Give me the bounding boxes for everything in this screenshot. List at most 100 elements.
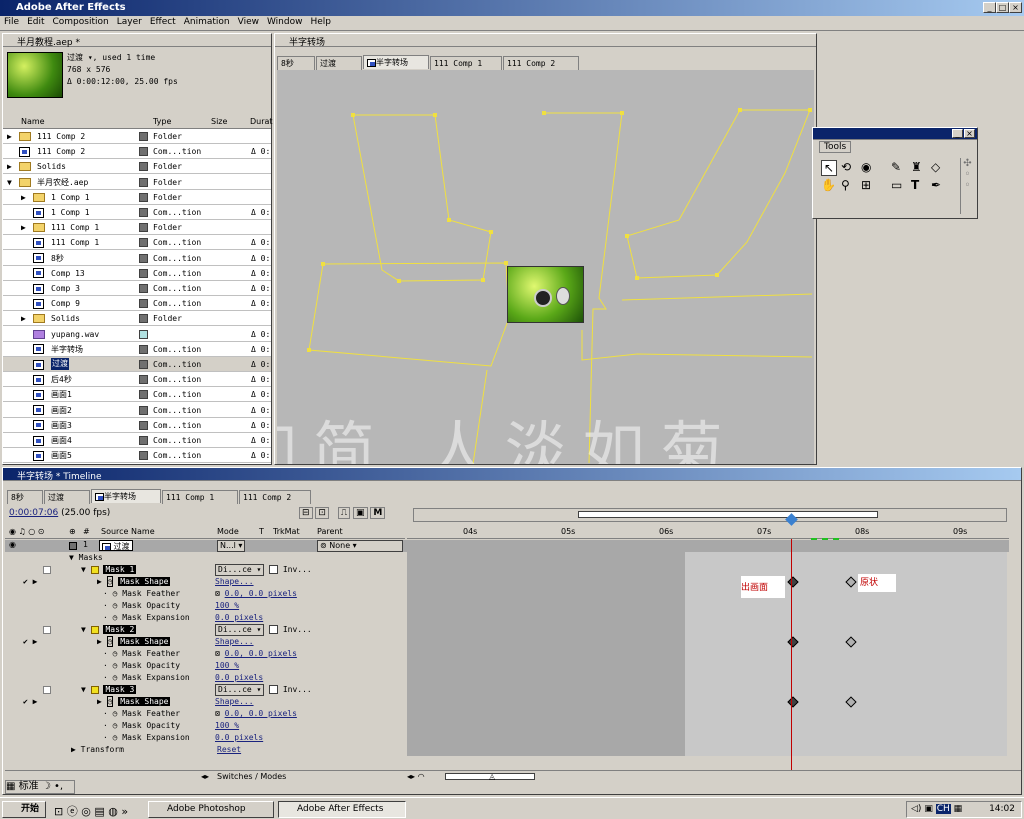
mask-mode-select[interactable]: Di...ce ▾ xyxy=(215,684,265,696)
mask-lock-box[interactable] xyxy=(43,686,51,694)
mask-3-path[interactable] xyxy=(626,109,811,279)
mask-expansion-row[interactable]: · ◷ Mask Expansion 0.0 pixels xyxy=(5,672,1009,684)
project-item[interactable]: Comp 13 Com...tion Δ 0: xyxy=(3,266,271,281)
axis-mode-icons[interactable]: ✣ ◦ ◦ xyxy=(960,158,974,214)
brush-tool-icon[interactable]: ✎ xyxy=(891,160,901,174)
project-item[interactable]: ▶ Solids Folder xyxy=(3,159,271,175)
mask-opacity-value[interactable]: 100 % xyxy=(215,720,239,732)
mask-shape-value[interactable]: Shape... xyxy=(215,696,254,708)
taskbar-photoshop[interactable]: Adobe Photoshop xyxy=(148,801,274,818)
comp-flowchart-icon[interactable]: ⊟ xyxy=(299,507,313,519)
project-item[interactable]: Comp 3 Com...tion Δ 0: xyxy=(3,281,271,296)
masks-group[interactable]: ▼ Masks xyxy=(5,552,1009,564)
project-item[interactable]: Comp 9 Com...tion Δ 0: xyxy=(3,296,271,312)
label-color[interactable] xyxy=(139,329,148,339)
stopwatch-icon[interactable]: ◷ xyxy=(106,636,114,647)
rectangle-mask-icon[interactable]: ▭ xyxy=(891,178,902,192)
tab-2[interactable]: 半字转场 xyxy=(91,489,161,503)
zoom-out-icon[interactable]: ◂▸ ◠ xyxy=(407,771,425,782)
layer-mode-select[interactable]: N...l ▾ xyxy=(217,540,246,552)
label-color[interactable] xyxy=(139,451,148,461)
tab-2[interactable]: 半字转场 xyxy=(363,55,429,69)
taskbar-aftereffects[interactable]: Adobe After Effects xyxy=(278,801,406,818)
eraser-tool-icon[interactable]: ◇ xyxy=(931,160,940,174)
label-color[interactable] xyxy=(139,420,148,430)
menu-animation[interactable]: Animation xyxy=(180,16,234,28)
comp-footage-thumbnail[interactable] xyxy=(507,266,584,323)
label-color[interactable] xyxy=(139,405,148,415)
checkmark-icon[interactable]: ✔ ▶ xyxy=(23,696,37,708)
label-color[interactable] xyxy=(139,147,148,157)
label-color[interactable] xyxy=(139,390,148,400)
tab-4[interactable]: 111 Comp 2 xyxy=(503,56,579,70)
layer-row[interactable]: ◉ 1 过渡 N...l ▾ ⊚ None ▾ xyxy=(5,540,1009,552)
project-item[interactable]: 1 Comp 1 Com...tion Δ 0: xyxy=(3,205,271,220)
snapshot-icon[interactable]: ⊡ xyxy=(315,507,329,519)
tab-3[interactable]: 111 Comp 1 xyxy=(162,490,238,504)
mask-feather-value[interactable]: 0.0, 0.0 pixels xyxy=(225,649,297,658)
invert-checkbox[interactable] xyxy=(269,625,278,634)
start-button[interactable]: 开始 xyxy=(2,801,46,818)
maximize-button[interactable]: □ xyxy=(996,2,1009,13)
label-color[interactable] xyxy=(139,132,148,141)
project-item[interactable]: 111 Comp 1 Com...tion Δ 0: xyxy=(3,235,271,251)
mask-right-bar[interactable] xyxy=(621,293,813,301)
text-tool-icon[interactable]: T xyxy=(911,178,919,192)
mask-mode-select[interactable]: Di...ce ▾ xyxy=(215,564,265,576)
project-item[interactable]: 111 Comp 2 Com...tion Δ 0: xyxy=(3,144,271,160)
tab-0[interactable]: 8秒 xyxy=(7,490,43,504)
mask-feather-row[interactable]: · ◷ Mask Feather ⊠ 0.0, 0.0 pixels xyxy=(5,708,1009,720)
selection-tool-icon[interactable]: ↖ xyxy=(821,160,837,176)
menu-layer[interactable]: Layer xyxy=(113,16,146,28)
mask-shape-row[interactable]: ✔ ▶ ▶ ◷ Mask Shape Shape... xyxy=(5,636,1009,648)
time-navigator[interactable] xyxy=(413,508,1007,522)
label-color[interactable] xyxy=(139,223,148,233)
mask-opacity-row[interactable]: · ◷ Mask Opacity 100 % xyxy=(5,720,1009,732)
label-color[interactable] xyxy=(139,360,148,369)
layer-name[interactable]: 过渡 xyxy=(99,540,133,551)
mask-feather-value[interactable]: 0.0, 0.0 pixels xyxy=(225,589,297,598)
project-item[interactable]: 过渡 Com...tion Δ 0: xyxy=(3,357,271,372)
menu-view[interactable]: View xyxy=(234,16,263,28)
mask-feather-value[interactable]: 0.0, 0.0 pixels xyxy=(225,709,297,718)
mask-opacity-row[interactable]: · ◷ Mask Opacity 100 % xyxy=(5,600,1009,612)
parent-header[interactable]: Parent xyxy=(317,526,343,538)
time-ruler[interactable]: 04s 05s 06s 07s 08s 09s xyxy=(407,526,1009,539)
label-color[interactable] xyxy=(139,192,148,202)
mask-expansion-value[interactable]: 0.0 pixels xyxy=(215,732,263,744)
project-item[interactable]: 后4秒 Com...tion Δ 0: xyxy=(3,372,271,388)
project-item[interactable]: ▶ 1 Comp 1 Folder xyxy=(3,190,271,205)
menu-help[interactable]: Help xyxy=(306,16,335,28)
checkmark-icon[interactable]: ✔ ▶ xyxy=(23,636,37,648)
mask-expansion-row[interactable]: · ◷ Mask Expansion 0.0 pixels xyxy=(5,732,1009,744)
language-indicator[interactable]: CH xyxy=(935,804,951,814)
mask-shape-row[interactable]: ✔ ▶ ▶ ◷ Mask Shape Shape... xyxy=(5,696,1009,708)
mask-lock-box[interactable] xyxy=(43,566,51,574)
hand-tool-icon[interactable]: ✋ xyxy=(821,178,836,192)
menu-file[interactable]: File xyxy=(0,16,23,28)
switches-modes-toggle[interactable]: Switches / Modes xyxy=(217,771,286,782)
tab-4[interactable]: 111 Comp 2 xyxy=(239,490,311,504)
expand-arrow-icon[interactable]: ▶ xyxy=(7,159,12,174)
label-color[interactable] xyxy=(139,177,148,187)
label-color[interactable] xyxy=(139,284,148,293)
invert-checkbox[interactable] xyxy=(269,565,278,574)
tools-close-button[interactable]: × xyxy=(964,129,975,138)
label-color[interactable] xyxy=(139,208,148,217)
desktop-icon[interactable]: ⊡ xyxy=(54,805,63,818)
menu-edit[interactable]: Edit xyxy=(23,16,48,28)
mask-row[interactable]: ▼ Mask 3 Di...ce ▾ Inv... xyxy=(5,684,1009,696)
tab-1[interactable]: 过渡 xyxy=(316,56,362,70)
mask-left-bar[interactable] xyxy=(308,262,510,367)
mask-shape-value[interactable]: Shape... xyxy=(215,576,254,588)
source-name-header[interactable]: Source Name xyxy=(101,526,155,538)
col-duration[interactable]: Durat xyxy=(250,115,273,128)
project-item[interactable]: ▶ 111 Comp 1 Folder xyxy=(3,220,271,236)
chat-icon[interactable]: ◍ xyxy=(108,805,118,818)
orbit-camera-icon[interactable]: ◉ xyxy=(861,160,871,174)
project-item[interactable]: 画面1 Com...tion Δ 0: xyxy=(3,387,271,403)
tray-icon[interactable]: ▦ xyxy=(954,804,963,814)
invert-checkbox[interactable] xyxy=(269,685,278,694)
mask-shape-value[interactable]: Shape... xyxy=(215,636,254,648)
network-icon[interactable]: ▣ xyxy=(924,804,933,814)
